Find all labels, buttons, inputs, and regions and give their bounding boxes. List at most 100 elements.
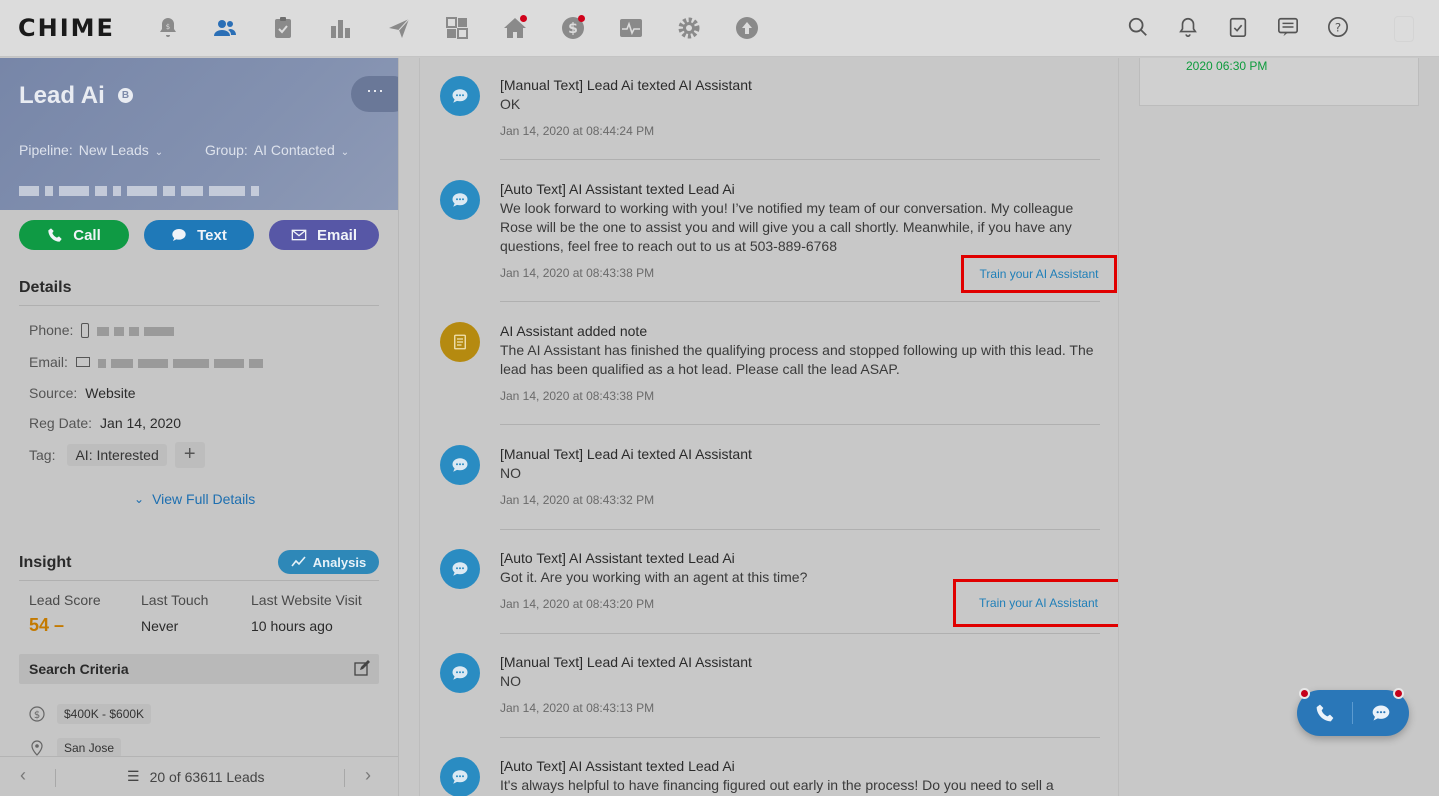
floating-contact-widget xyxy=(1297,688,1409,736)
phone-value-redacted[interactable] xyxy=(97,322,179,338)
pipeline-selector[interactable]: Pipeline: New Leads ⌄ xyxy=(19,142,163,158)
next-lead-button[interactable]: › xyxy=(365,765,371,786)
divider xyxy=(500,424,1100,425)
call-button[interactable]: Call xyxy=(19,220,129,250)
note-icon xyxy=(440,322,480,362)
edit-icon[interactable] xyxy=(354,660,370,676)
insight-title: Insight xyxy=(19,554,72,571)
chat-bubble-icon xyxy=(440,180,480,220)
svg-text:$: $ xyxy=(568,21,578,37)
group-label: Group: xyxy=(205,142,248,158)
reg-date-row: Reg Date: Jan 14, 2020 xyxy=(29,415,181,431)
task-icon[interactable] xyxy=(1227,16,1251,40)
chat-bubble-icon xyxy=(440,76,480,116)
notification-dot xyxy=(1299,688,1310,699)
notification-dot xyxy=(1393,688,1404,699)
divider xyxy=(500,301,1100,302)
email-value-redacted[interactable] xyxy=(97,354,268,370)
bell-dollar-icon[interactable]: $ xyxy=(155,14,181,42)
bar-chart-icon[interactable] xyxy=(328,14,354,42)
trend-line-icon xyxy=(291,556,306,567)
reg-date-value: Jan 14, 2020 xyxy=(100,415,182,431)
activity-feed: [Manual Text] Lead Ai texted AI Assistan… xyxy=(419,58,1119,796)
view-full-details-link[interactable]: ⌄ View Full Details xyxy=(134,491,255,507)
divider xyxy=(500,633,1100,634)
train-ai-assistant-link[interactable]: Train your AI Assistant xyxy=(961,255,1117,293)
train-ai-assistant-link[interactable]: Train your AI Assistant xyxy=(953,579,1118,627)
analysis-label: Analysis xyxy=(312,554,367,570)
divider xyxy=(19,305,379,306)
chat-bubble-icon xyxy=(440,549,480,589)
tag-label: Tag: xyxy=(29,447,56,463)
envelope-icon xyxy=(75,357,90,367)
feed-item-time: Jan 14, 2020 at 08:43:38 PM xyxy=(500,266,655,280)
divider xyxy=(500,159,1100,160)
text-button[interactable]: Text xyxy=(144,220,254,250)
people-icon[interactable] xyxy=(212,14,238,42)
group-selector[interactable]: Group: AI Contacted ⌄ xyxy=(205,142,349,158)
feed-item-time: Jan 14, 2020 at 08:43:20 PM xyxy=(500,597,655,611)
user-menu[interactable] xyxy=(1394,16,1414,42)
notification-dot xyxy=(578,15,585,22)
feed-item-body: It's always helpful to have financing fi… xyxy=(500,777,1054,793)
feed-item-body: We look forward to working with you! I’v… xyxy=(500,200,1074,254)
last-website-visit-value: 10 hours ago xyxy=(251,618,333,634)
phone-icon xyxy=(48,228,62,242)
email-row: Email: xyxy=(29,354,268,370)
view-full-details-label: View Full Details xyxy=(152,491,256,507)
divider xyxy=(500,529,1100,530)
pipeline-value: New Leads xyxy=(78,142,149,158)
phone-icon[interactable] xyxy=(1315,703,1335,723)
message-icon[interactable] xyxy=(1277,16,1301,40)
source-label: Source: xyxy=(29,385,78,401)
double-chevron-down-icon: ⌄ xyxy=(134,492,145,506)
search-criteria-title: Search Criteria xyxy=(29,661,129,677)
feed-item-body: NO xyxy=(500,465,521,481)
lead-score-value: 54 – xyxy=(29,615,65,635)
search-icon[interactable] xyxy=(1127,16,1151,40)
home-icon[interactable] xyxy=(502,14,528,42)
more-options-button[interactable]: ⋯ xyxy=(351,76,398,112)
reg-date-label: Reg Date: xyxy=(29,415,93,431)
dashboard-grid-icon[interactable] xyxy=(444,14,470,42)
source-row: Source: Website xyxy=(29,385,136,401)
lead-detail-panel: Lead Ai B ⋯ Pipeline: New Leads ⌄ Group: AI… xyxy=(0,58,399,796)
svg-text:$: $ xyxy=(34,710,40,721)
upload-icon[interactable] xyxy=(734,14,760,42)
redacted-contact-info xyxy=(19,186,259,196)
lead-header: Lead Ai B ⋯ Pipeline: New Leads ⌄ Group: AI… xyxy=(0,58,398,210)
previous-lead-button[interactable]: ‹ xyxy=(20,765,26,786)
chime-logo[interactable]: CHIME xyxy=(18,14,115,42)
activity-icon[interactable] xyxy=(618,14,644,42)
location-chip: San Jose xyxy=(57,738,122,758)
add-tag-button[interactable]: + xyxy=(174,442,205,468)
lead-count[interactable]: ☰ 20 of 63611 Leads xyxy=(127,768,265,785)
svg-text:?: ? xyxy=(1335,21,1341,35)
chat-bubble-icon xyxy=(440,445,480,485)
bell-icon[interactable] xyxy=(1177,16,1201,40)
gear-icon[interactable] xyxy=(676,14,702,42)
dollar-circle-icon[interactable]: $ xyxy=(560,14,586,42)
chat-bubble-icon[interactable] xyxy=(1371,703,1391,723)
call-label: Call xyxy=(73,226,101,244)
last-website-visit-label: Last Website Visit xyxy=(251,592,362,608)
clipboard-check-icon[interactable] xyxy=(270,14,296,42)
tag-chip[interactable]: AI: Interested xyxy=(67,444,167,466)
divider xyxy=(1352,702,1353,724)
appointment-card: 2020 06:30 PM xyxy=(1139,58,1419,106)
chat-bubble-icon xyxy=(172,229,186,241)
feed-item-title: [Auto Text] AI Assistant texted Lead Ai xyxy=(500,181,735,197)
chat-bubble-icon xyxy=(440,653,480,693)
chevron-down-icon: ⌄ xyxy=(340,147,350,158)
mobile-phone-icon xyxy=(81,322,90,338)
divider xyxy=(500,737,1100,738)
feed-item-title: AI Assistant added note xyxy=(500,323,648,339)
feed-item-title: [Auto Text] AI Assistant texted Lead Ai xyxy=(500,758,735,774)
analysis-button[interactable]: Analysis xyxy=(278,550,379,574)
email-button[interactable]: Email xyxy=(269,220,379,250)
price-range-chip: $400K - $600K xyxy=(57,704,152,724)
feed-item-time: Jan 14, 2020 at 08:43:38 PM xyxy=(500,389,655,403)
paper-plane-icon[interactable] xyxy=(386,14,412,42)
help-icon[interactable]: ? xyxy=(1327,16,1351,40)
feed-item-time: Jan 14, 2020 at 08:43:13 PM xyxy=(500,701,655,715)
